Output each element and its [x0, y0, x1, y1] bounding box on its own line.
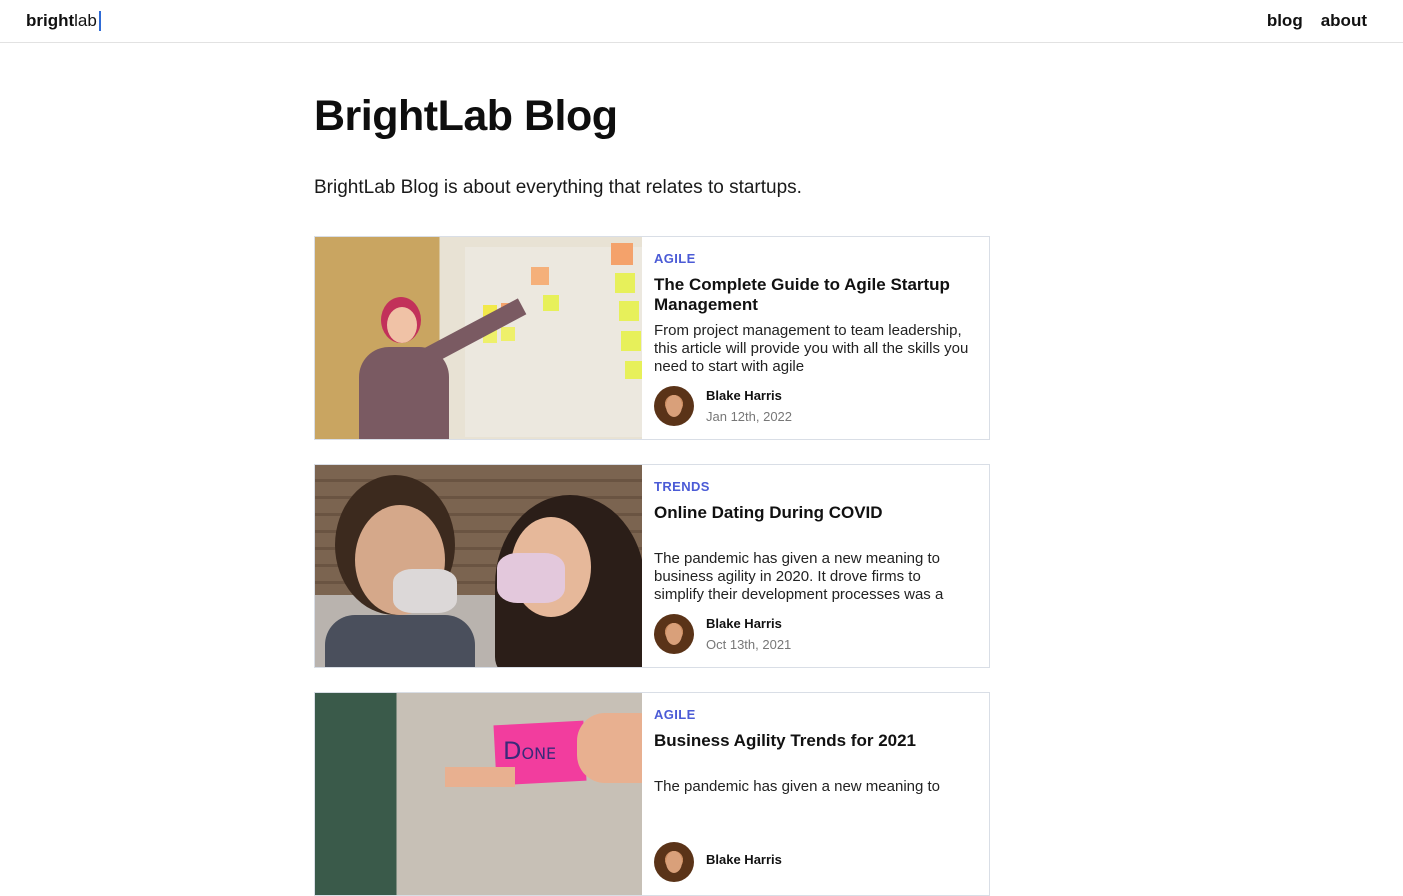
post-author: Blake Harris Jan 12th, 2022 [654, 386, 792, 426]
post-card[interactable]: DONE AGILE Business Agility Trends for 2… [314, 692, 990, 896]
author-name: Blake Harris [706, 616, 782, 631]
post-excerpt: From project management to team leadersh… [654, 322, 969, 375]
author-name: Blake Harris [706, 388, 782, 403]
post-thumbnail[interactable] [315, 237, 642, 439]
post-card[interactable]: TRENDS Online Dating During COVID The pa… [314, 464, 990, 668]
post-card[interactable]: AGILE The Complete Guide to Agile Startu… [314, 236, 990, 440]
post-title[interactable]: Business Agility Trends for 2021 [654, 731, 973, 771]
top-navbar: bright lab blog about [0, 0, 1403, 43]
post-body: AGILE Business Agility Trends for 2021 T… [642, 693, 989, 895]
post-author: Blake Harris [654, 842, 782, 882]
post-excerpt: The pandemic has given a new meaning to [654, 778, 941, 795]
post-body: TRENDS Online Dating During COVID The pa… [642, 465, 989, 667]
post-date: Oct 13th, 2021 [706, 637, 792, 652]
logo-bold: bright [26, 11, 75, 30]
post-author: Blake Harris Oct 13th, 2021 [654, 614, 791, 654]
post-category[interactable]: AGILE [654, 707, 973, 722]
post-title[interactable]: The Complete Guide to Agile Startup Mana… [654, 275, 973, 315]
post-body: AGILE The Complete Guide to Agile Startu… [642, 237, 989, 439]
post-excerpt: The pandemic has given a new meaning to … [654, 550, 944, 603]
author-avatar [654, 842, 694, 882]
main-nav: blog about [1267, 11, 1367, 31]
post-thumbnail[interactable] [315, 465, 642, 667]
nav-about-link[interactable]: about [1321, 11, 1367, 31]
post-category[interactable]: TRENDS [654, 479, 973, 494]
post-date: Jan 12th, 2022 [706, 409, 793, 424]
page-description: BrightLab Blog is about everything that … [314, 177, 802, 198]
page-title: BrightLab Blog [314, 92, 618, 140]
author-avatar [654, 386, 694, 426]
logo-light: lab [74, 11, 97, 30]
nav-blog-link[interactable]: blog [1267, 11, 1303, 31]
author-avatar [654, 614, 694, 654]
post-title[interactable]: Online Dating During COVID [654, 503, 973, 543]
post-category[interactable]: AGILE [654, 251, 973, 266]
text-cursor [98, 11, 101, 31]
post-thumbnail[interactable]: DONE [315, 693, 642, 895]
site-logo[interactable]: bright lab [26, 11, 101, 31]
author-name: Blake Harris [706, 851, 782, 867]
